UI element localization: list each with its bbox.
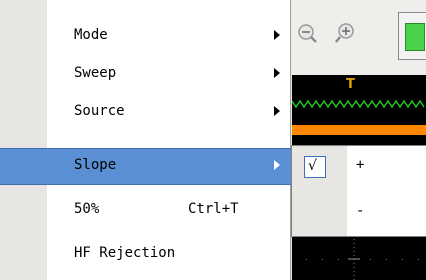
submenu-arrow-icon	[274, 68, 280, 78]
zoom-out-icon[interactable]	[297, 20, 325, 48]
toolbar	[292, 0, 426, 75]
menu-item-label: Sweep	[74, 65, 117, 81]
submenu-arrow-icon	[274, 106, 280, 116]
menu-item-slope[interactable]: Slope	[0, 148, 294, 185]
menu-item-label: Mode	[74, 27, 108, 43]
trigger-marker: T	[346, 77, 355, 92]
menu-item-shortcut: Ctrl+T	[188, 201, 239, 217]
submenu-arrow-icon	[274, 160, 280, 170]
trigger-level-bar	[292, 125, 426, 135]
checkmark-icon: √	[304, 156, 326, 178]
menu-item-sweep[interactable]: Sweep	[0, 56, 290, 93]
menu-item-label: Slope	[74, 157, 117, 173]
menu-item-label: Source	[74, 103, 125, 119]
submenu-item-rising[interactable]: √ +	[292, 146, 426, 190]
menu-item-label: 50%	[74, 201, 100, 217]
slope-submenu: √ + -	[291, 145, 426, 237]
menu-item-source[interactable]: Source	[0, 94, 290, 131]
waveform-trace	[292, 99, 425, 109]
menu-item-label: HF Rejection	[74, 245, 176, 261]
run-button[interactable]	[398, 12, 426, 60]
menu-item-hf-rejection[interactable]: HF Rejection	[0, 236, 290, 273]
submenu-item-falling[interactable]: -	[292, 192, 426, 236]
submenu-item-label: -	[356, 203, 365, 219]
submenu-arrow-icon	[274, 30, 280, 40]
context-menu: Mode Sweep Source Slope 50% Ctrl+T HF Re…	[0, 0, 294, 280]
run-icon	[405, 23, 425, 51]
menu-item-mode[interactable]: Mode	[0, 18, 290, 55]
menu-item-50-percent[interactable]: 50% Ctrl+T	[0, 192, 290, 229]
submenu-item-label: +	[356, 157, 365, 173]
grid-dots	[306, 235, 419, 280]
zoom-in-icon[interactable]	[334, 20, 362, 48]
